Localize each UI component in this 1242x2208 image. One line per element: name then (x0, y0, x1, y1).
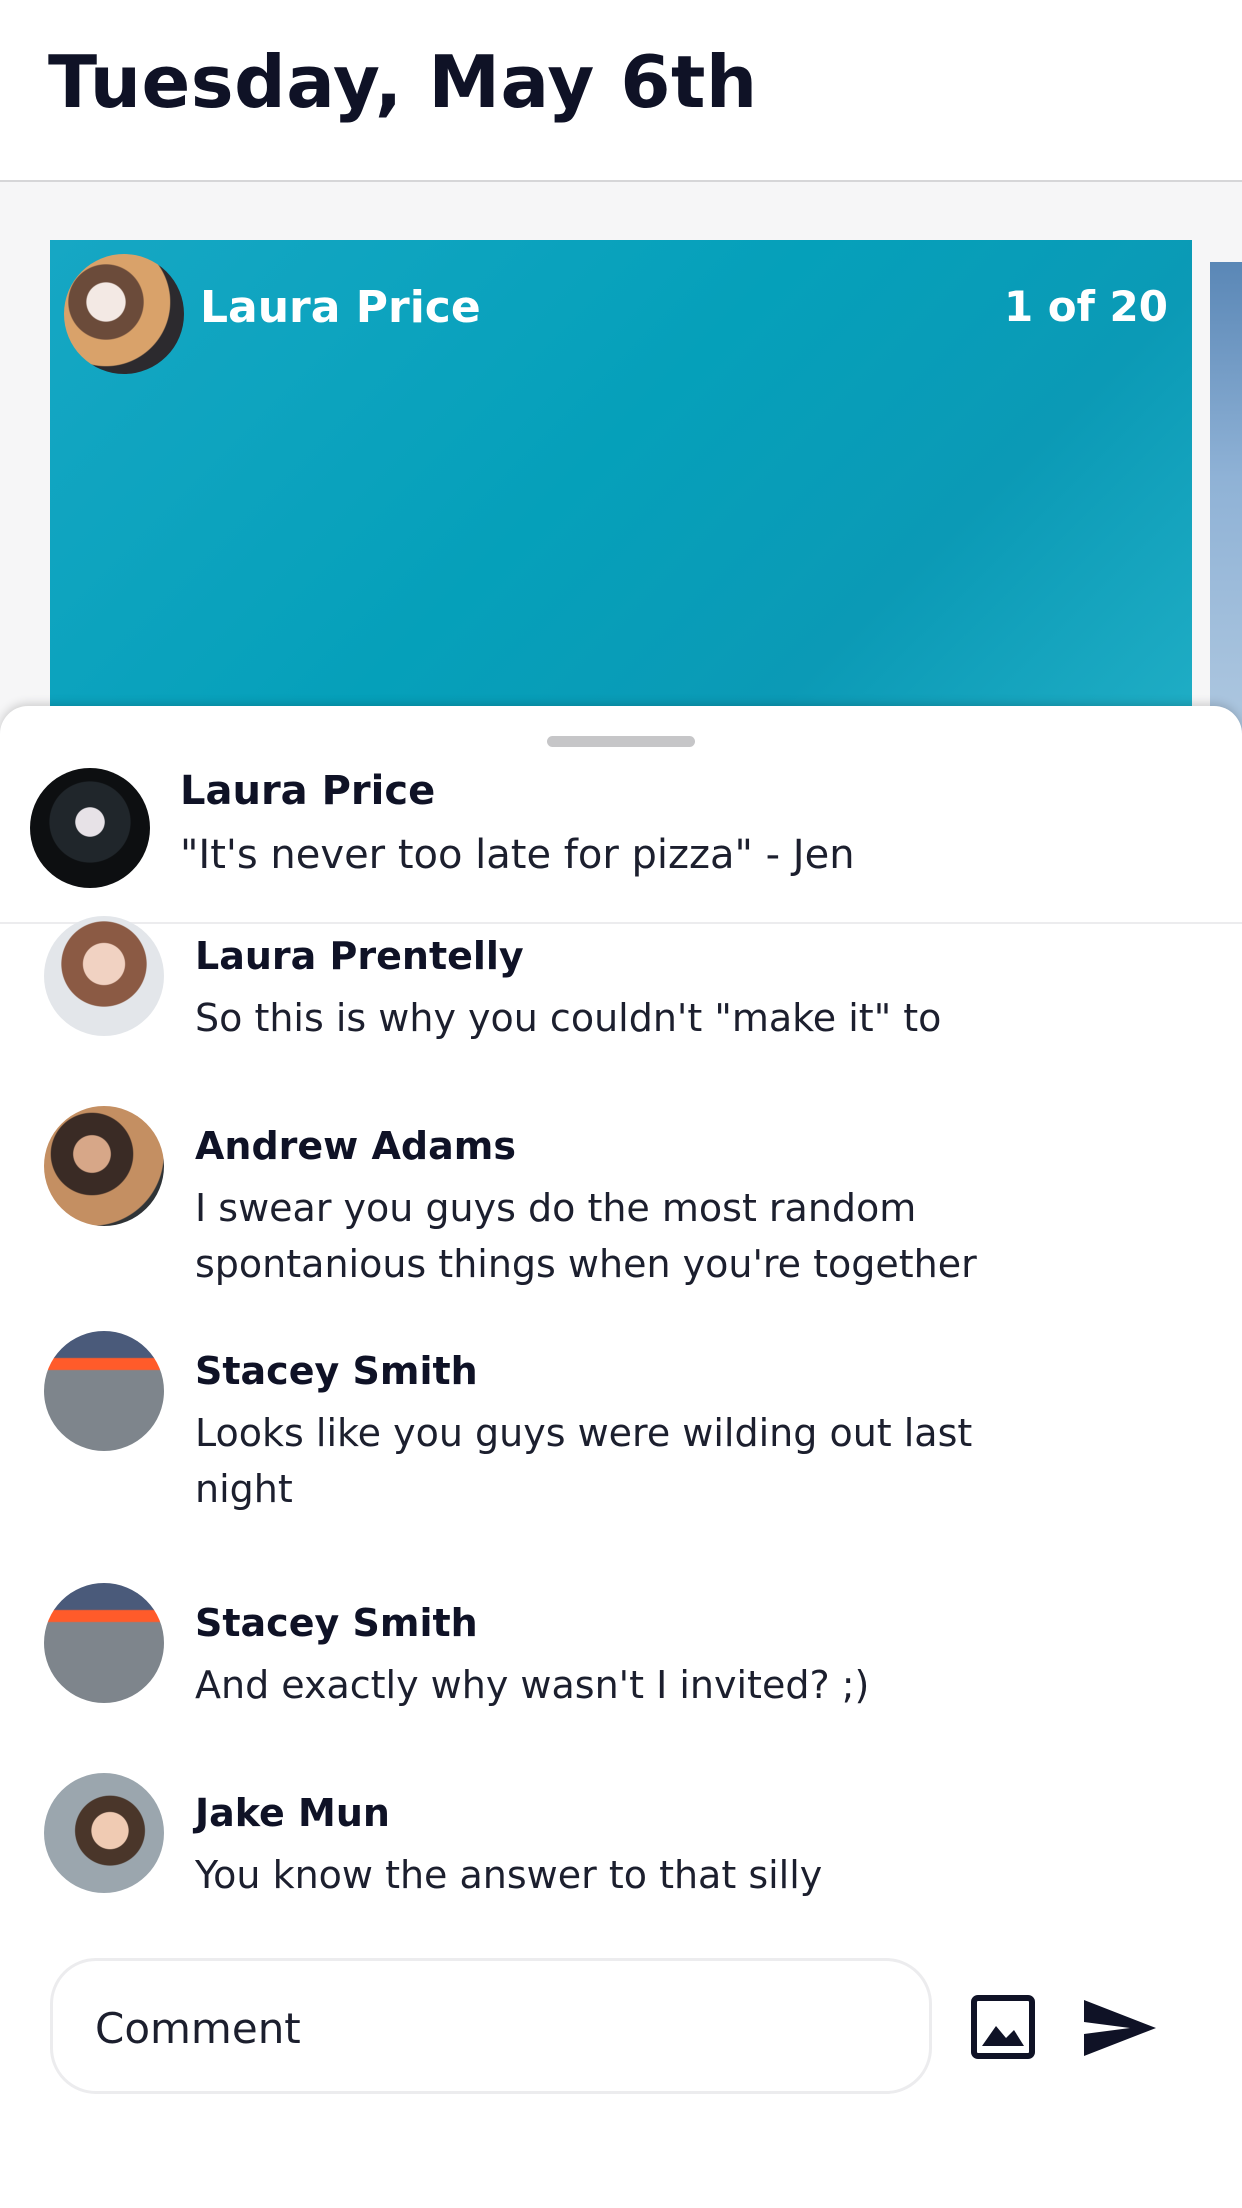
image-icon (971, 1995, 1035, 2059)
comment-text: So this is why you couldn't "make it" to (195, 996, 942, 1040)
post-author-name[interactable]: Laura Price (180, 768, 435, 814)
sheet-drag-handle[interactable] (547, 736, 695, 747)
page-title: Tuesday, May 6th (48, 40, 758, 124)
post-author-avatar[interactable] (30, 768, 150, 888)
commenter-avatar[interactable] (44, 916, 164, 1036)
comment-item: Stacey Smith Looks like you guys were wi… (0, 1331, 1242, 1511)
comment-text: You know the answer to that silly (195, 1853, 823, 1897)
commenter-name[interactable]: Andrew Adams (195, 1124, 516, 1168)
comment-item: Laura Prentelly So this is why you could… (0, 916, 1242, 1046)
send-icon (1084, 2000, 1156, 2056)
commenter-name[interactable]: Stacey Smith (195, 1349, 478, 1393)
card-counter: 1 of 20 (1003, 282, 1168, 331)
comment-item: Stacey Smith And exactly why wasn't I in… (0, 1583, 1242, 1713)
commenter-avatar[interactable] (44, 1106, 164, 1226)
comment-text: And exactly why wasn't I invited? ;) (195, 1663, 870, 1707)
comment-input[interactable] (93, 1989, 877, 2067)
commenter-avatar[interactable] (44, 1773, 164, 1893)
commenter-avatar[interactable] (44, 1331, 164, 1451)
header: Tuesday, May 6th (0, 0, 1242, 182)
send-button[interactable] (1080, 1996, 1160, 2060)
card-author-avatar[interactable] (64, 254, 184, 374)
comment-text: I swear you guys do the most random spon… (195, 1186, 977, 1286)
attach-image-button[interactable] (968, 1992, 1038, 2062)
comment-item: Jake Mun You know the answer to that sil… (0, 1773, 1242, 1903)
photo-card[interactable]: Laura Price 1 of 20 (50, 240, 1192, 742)
comment-text: Looks like you guys were wilding out las… (195, 1411, 973, 1511)
comment-composer (50, 1958, 932, 2094)
next-photo-card[interactable] (1210, 262, 1242, 742)
photo-feed[interactable]: Laura Price 1 of 20 (0, 182, 1242, 742)
post-header: Laura Price "It's never too late for piz… (0, 758, 1242, 924)
commenter-avatar[interactable] (44, 1583, 164, 1703)
commenter-name[interactable]: Stacey Smith (195, 1601, 478, 1645)
commenter-name[interactable]: Jake Mun (195, 1791, 390, 1835)
commenter-name[interactable]: Laura Prentelly (195, 934, 524, 978)
post-caption: "It's never too late for pizza" - Jen (180, 832, 855, 878)
card-author-name[interactable]: Laura Price (200, 282, 481, 333)
comment-item: Andrew Adams I swear you guys do the mos… (0, 1106, 1242, 1286)
